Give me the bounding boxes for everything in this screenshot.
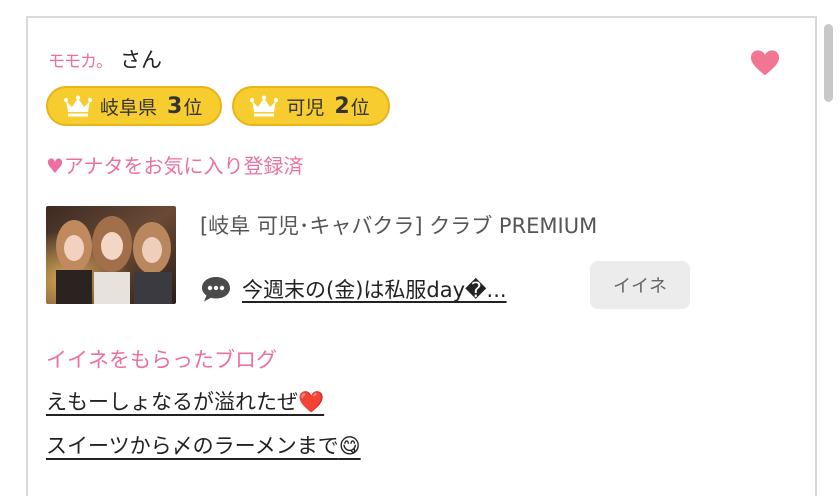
liked-blogs-heading: イイネをもらったブログ [46, 348, 277, 372]
shop-name[interactable]: [岐阜 可児･キャバクラ] クラブ PREMIUM [200, 210, 597, 240]
ranking-badge-city[interactable]: 可児 2 位 [232, 86, 390, 126]
ranking-badges: 岐阜県 3 位 可児 2 位 [46, 86, 390, 126]
badge-rank: 2 [334, 93, 350, 119]
blog-title: えもーしょなるが溢れたぜ [46, 390, 298, 414]
badge-rank: 3 [167, 93, 183, 119]
iine-button[interactable]: イイネ [590, 261, 690, 309]
user-name[interactable]: モモカ。 [48, 47, 113, 72]
badge-rank-unit: 位 [350, 96, 370, 119]
shop-photo[interactable] [46, 206, 176, 304]
user-card: モモカ。 さん 岐阜県 3 位 可児 2 位 ♥アナタをお気に入り登録済 [岐阜… [26, 16, 817, 496]
favorite-status: ♥アナタをお気に入り登録済 [46, 154, 304, 178]
liked-blog-link[interactable]: えもーしょなるが溢れたぜ❤️ [46, 386, 324, 416]
crown-icon [64, 95, 92, 117]
scrollbar[interactable] [824, 24, 833, 102]
latest-post-link[interactable]: 今週末の(金)は私服day�... [242, 274, 507, 304]
user-honorific: さん [120, 48, 162, 72]
blog-emoji: ❤️ [298, 390, 325, 414]
crown-icon [250, 95, 279, 117]
blog-emoji: 😋 [338, 434, 361, 458]
heart-icon[interactable] [750, 48, 780, 78]
user-row: モモカ。 さん [48, 44, 162, 74]
badge-area: 岐阜県 [100, 96, 158, 119]
blog-title: スイーツから〆のラーメンまで [46, 434, 339, 458]
badge-rank-unit: 位 [183, 96, 203, 119]
latest-post-row: 今週末の(金)は私服day�... [200, 274, 507, 304]
liked-blog-link[interactable]: スイーツから〆のラーメンまで😋 [46, 430, 361, 460]
ranking-badge-prefecture[interactable]: 岐阜県 3 位 [46, 86, 223, 126]
badge-area: 可児 [286, 96, 325, 119]
speech-bubble-icon [202, 277, 230, 302]
